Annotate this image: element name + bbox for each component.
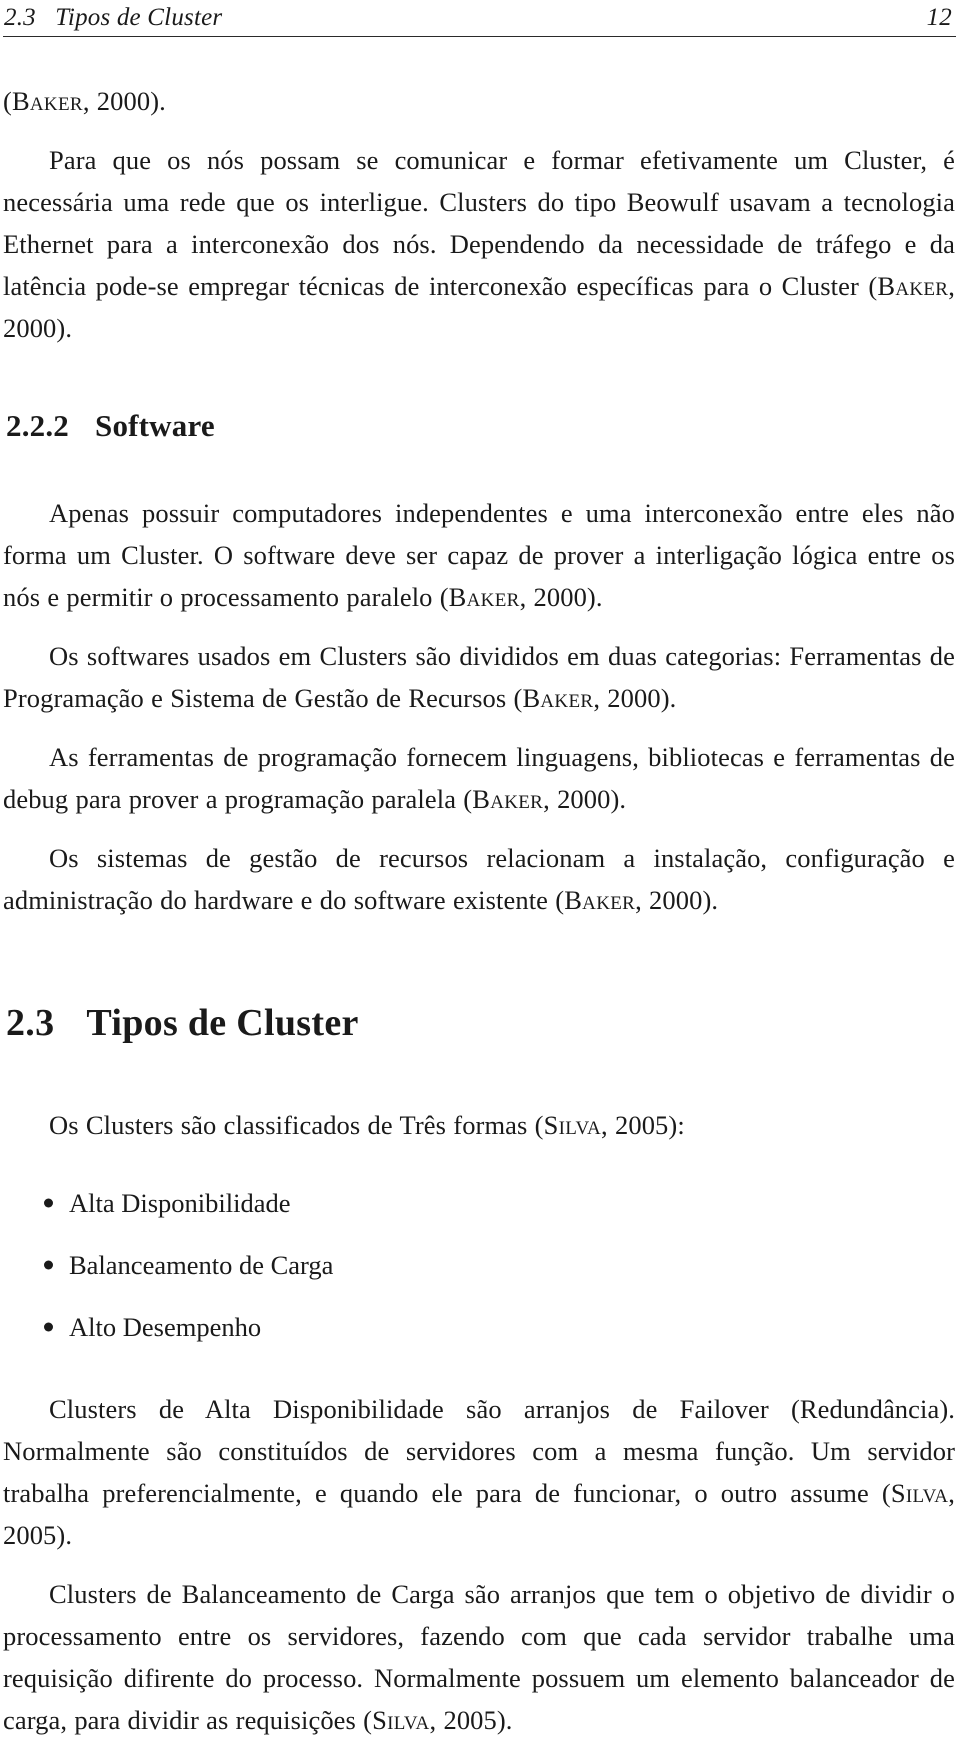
citation-author: Baker: [522, 683, 593, 713]
bullet-dot-icon: [44, 1199, 53, 1208]
body-column: (Baker, 2000). Para que os nós possam se…: [0, 80, 960, 1741]
citation-author: Baker: [877, 271, 948, 301]
list-item: Alta Disponibilidade: [3, 1182, 955, 1224]
cluster-types-list: Alta Disponibilidade Balanceamento de Ca…: [3, 1182, 955, 1348]
paragraph-software-1: Apenas possuir computadores independente…: [3, 492, 955, 618]
header-rule: [3, 36, 956, 37]
paragraph-software-4: Os sistemas de gestão de recursos relaci…: [3, 837, 955, 921]
bullet-dot-icon: [44, 1261, 53, 1270]
spacer-before-subsection: [3, 349, 955, 407]
document-page: 2.3 Tipos de Cluster 12 (Baker, 2000). P…: [0, 0, 960, 1539]
list-item: Alto Desempenho: [3, 1306, 955, 1348]
citation-author: Baker: [472, 784, 543, 814]
list-item: Balanceamento de Carga: [3, 1244, 955, 1286]
subsection-number: 2.2.2: [6, 408, 69, 443]
bullet-dot-icon: [44, 1323, 53, 1332]
page-number: 12: [927, 4, 952, 32]
paragraph-balanceamento-carga: Clusters de Balanceamento de Carga são a…: [3, 1573, 955, 1741]
citation-author: Baker: [564, 885, 635, 915]
carryover-citation-line: (Baker, 2000).: [3, 80, 955, 122]
citation-author: Silva: [891, 1478, 948, 1508]
paragraph-software-2: Os softwares usados em Clusters são divi…: [3, 635, 955, 719]
section-number: 2.3: [6, 1002, 54, 1044]
running-header: 2.3 Tipos de Cluster 12: [0, 0, 960, 32]
spacer-after-bullets: [3, 1348, 955, 1388]
running-header-section: 2.3 Tipos de Cluster: [4, 4, 222, 32]
paragraph-classificacao-intro: Os Clusters são classificados de Três fo…: [3, 1104, 955, 1146]
spacer-after-section: [3, 1046, 955, 1104]
citation-author: Baker: [449, 582, 520, 612]
subsection-title: Software: [95, 408, 215, 443]
list-item-label: Alta Disponibilidade: [69, 1188, 291, 1218]
list-item-label: Balanceamento de Carga: [69, 1250, 333, 1280]
spacer-before-section: [3, 921, 955, 1001]
list-item-label: Alto Desempenho: [69, 1312, 261, 1342]
section-heading-tipos-de-cluster: 2.3 Tipos de Cluster: [3, 1001, 955, 1047]
citation-author: Baker: [12, 86, 83, 116]
subsection-heading-software: 2.2.2 Software: [3, 407, 955, 444]
paragraph-interconexao: Para que os nós possam se comunicar e fo…: [3, 139, 955, 349]
paragraph-alta-disponibilidade: Clusters de Alta Disponibilidade são arr…: [3, 1388, 955, 1556]
spacer-after-subsection: [3, 444, 955, 492]
section-title: Tipos de Cluster: [86, 1002, 358, 1044]
paragraph-software-3: As ferramentas de programação fornecem l…: [3, 736, 955, 820]
citation-author: Silva: [372, 1705, 429, 1735]
citation-author: Silva: [544, 1110, 601, 1140]
